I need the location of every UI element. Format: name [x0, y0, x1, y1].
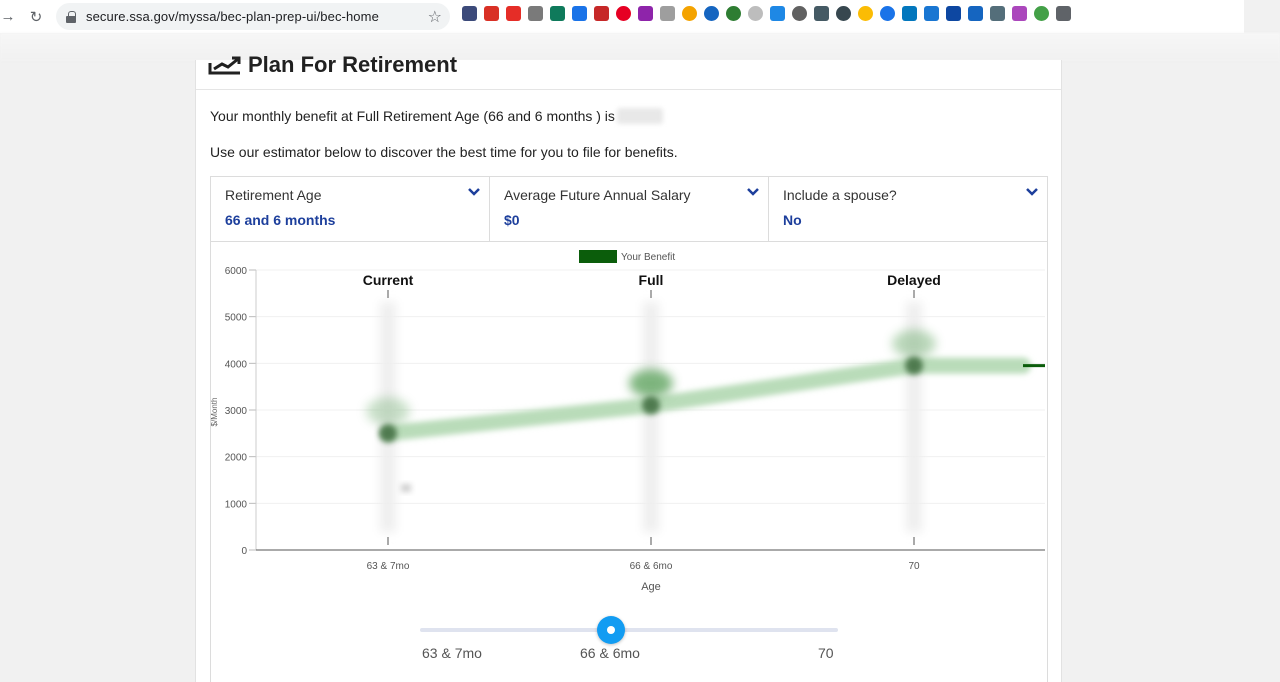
bookmark-star-icon[interactable]: ☆	[428, 7, 442, 27]
benefit-summary: Your monthly benefit at Full Retirement …	[210, 108, 663, 124]
annual-salary-value: $0	[504, 212, 520, 228]
y-tick-label: 5000	[225, 313, 248, 324]
pinterest-icon[interactable]	[616, 6, 631, 21]
code-icon[interactable]	[660, 6, 675, 21]
extension-icon[interactable]	[836, 6, 851, 21]
slider-label-max: 70	[818, 645, 834, 661]
gmail-icon[interactable]	[484, 6, 499, 21]
include-spouse-dropdown[interactable]: Include a spouse? No	[769, 177, 1047, 241]
extension-icon[interactable]	[726, 6, 741, 21]
slider-track[interactable]	[420, 628, 838, 632]
extension-icon[interactable]	[902, 6, 917, 21]
extension-icon[interactable]	[1034, 6, 1049, 21]
extension-icon[interactable]	[968, 6, 983, 21]
extension-icon[interactable]	[924, 6, 939, 21]
pocket-icon[interactable]	[594, 6, 609, 21]
extensions-bar	[462, 6, 1071, 21]
puzzle-extensions-icon[interactable]	[1056, 6, 1071, 21]
y-tick-label: 6000	[225, 266, 248, 277]
extension-icon[interactable]	[748, 6, 763, 21]
extension-icon[interactable]	[990, 6, 1005, 21]
y-tick-label: 4000	[225, 359, 248, 370]
extension-icon[interactable]	[814, 6, 829, 21]
legend-swatch	[579, 250, 617, 263]
extension-icon[interactable]	[638, 6, 653, 21]
marker-label: Delayed	[887, 272, 941, 288]
selected-benefit-highlight	[366, 397, 410, 426]
retirement-age-label: Retirement Age	[225, 187, 322, 203]
x-axis-label: Age	[641, 581, 661, 593]
benefit-data-point	[905, 356, 923, 375]
url-text: secure.ssa.gov/myssa/bec-plan-prep-ui/be…	[86, 9, 379, 24]
chevron-down-icon	[1026, 188, 1038, 196]
extension-icon[interactable]	[792, 6, 807, 21]
toolbar-end	[1244, 0, 1280, 33]
y-axis-label: $/Month	[211, 398, 219, 427]
extension-icon[interactable]	[946, 6, 961, 21]
retirement-age-value: 66 and 6 months	[225, 212, 336, 228]
y-tick-label: 2000	[225, 453, 248, 464]
blurred-mark	[401, 484, 411, 492]
plan-for-retirement-card: Plan For Retirement Your monthly benefit…	[195, 52, 1062, 682]
extension-icon[interactable]	[1012, 6, 1027, 21]
browser-toolbar: → ↻ secure.ssa.gov/myssa/bec-plan-prep-u…	[0, 0, 1280, 33]
annual-salary-label: Average Future Annual Salary	[504, 187, 691, 203]
estimator-controls: Retirement Age 66 and 6 months Average F…	[210, 176, 1048, 242]
y-tick-label: 0	[241, 546, 247, 557]
chevron-down-icon	[468, 188, 480, 196]
download-icon[interactable]	[770, 6, 785, 21]
annual-salary-dropdown[interactable]: Average Future Annual Salary $0	[490, 177, 769, 241]
extension-icon[interactable]	[550, 6, 565, 21]
y-tick-label: 3000	[225, 406, 248, 417]
estimator-intro: Use our estimator below to discover the …	[210, 144, 678, 160]
reload-icon[interactable]: ↻	[24, 5, 48, 29]
marker-label: Current	[363, 272, 414, 288]
lock-icon	[66, 10, 76, 23]
slider-thumb[interactable]	[597, 616, 625, 644]
address-bar[interactable]: secure.ssa.gov/myssa/bec-plan-prep-ui/be…	[56, 3, 450, 30]
blurred-header	[0, 33, 1280, 61]
marker-label: Full	[639, 272, 664, 288]
y-tick-label: 1000	[225, 499, 248, 510]
retirement-age-dropdown[interactable]: Retirement Age 66 and 6 months	[211, 177, 490, 241]
page-title: Plan For Retirement	[208, 50, 457, 80]
extension-icon[interactable]	[462, 6, 477, 21]
selected-benefit-highlight	[892, 329, 936, 358]
benefit-summary-text: Your monthly benefit at Full Retirement …	[210, 108, 615, 124]
benefit-data-point	[379, 424, 397, 443]
extension-icon[interactable]	[704, 6, 719, 21]
title-divider	[196, 89, 1061, 90]
youtube-icon[interactable]	[506, 6, 521, 21]
chevron-down-icon	[747, 188, 759, 196]
selected-benefit-highlight	[629, 369, 673, 398]
back-arrow-icon[interactable]: →	[0, 5, 16, 29]
extension-icon[interactable]	[572, 6, 587, 21]
slider-label-min: 63 & 7mo	[422, 645, 482, 661]
page-title-text: Plan For Retirement	[248, 52, 458, 77]
include-spouse-value: No	[783, 212, 802, 228]
benefit-series-line	[380, 357, 1031, 442]
dropbox-icon[interactable]	[528, 6, 543, 21]
legend-label: Your Benefit	[621, 252, 675, 263]
chrome-icon[interactable]	[858, 6, 873, 21]
x-tick-label: 70	[908, 561, 920, 572]
benefit-range-column	[643, 302, 659, 532]
extension-icon[interactable]	[682, 6, 697, 21]
redacted-amount	[616, 108, 663, 124]
age-slider[interactable]: 63 & 7mo 66 & 6mo 70	[420, 612, 838, 664]
slider-label-mid: 66 & 6mo	[580, 645, 640, 661]
trending-up-icon	[208, 55, 242, 75]
x-tick-label: 63 & 7mo	[367, 561, 410, 572]
x-tick-label: 66 & 6mo	[630, 561, 673, 572]
include-spouse-label: Include a spouse?	[783, 187, 897, 203]
extension-icon[interactable]	[880, 6, 895, 21]
benefit-data-point	[642, 396, 660, 415]
